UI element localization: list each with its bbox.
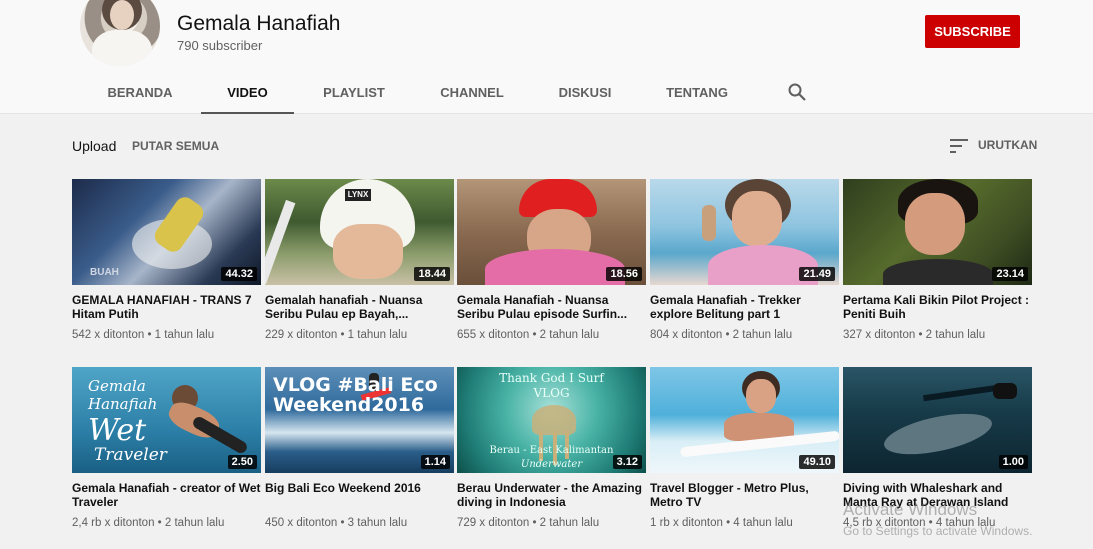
video-thumbnail[interactable]: LYNX 18.44 — [265, 179, 454, 285]
video-thumbnail[interactable]: Thank God I Surf VLOG Berau - East Kalim… — [457, 367, 646, 473]
video-card[interactable]: 23.14 Pertama Kali Bikin Pilot Project :… — [843, 179, 1032, 341]
video-meta: 542 x ditonton • 1 tahun lalu — [72, 329, 215, 341]
video-duration: 44.32 — [221, 267, 257, 281]
tab-beranda[interactable]: BERANDA — [100, 74, 180, 114]
video-meta: 229 x ditonton • 1 tahun lalu — [265, 329, 408, 341]
video-meta: 655 x ditonton • 2 tahun lalu — [457, 329, 600, 341]
video-duration: 2.50 — [227, 455, 257, 469]
video-title[interactable]: Gemalah hanafiah - Nuansa Seribu Pulau e… — [265, 293, 454, 321]
video-card[interactable]: Gemala Hanafiah Wet Traveler 2.50 Gemala… — [72, 367, 261, 529]
video-duration: 18.44 — [414, 267, 450, 281]
video-duration: 49.10 — [799, 455, 835, 469]
activate-windows-hint: Go to Settings to activate Windows. — [843, 524, 1033, 538]
video-title[interactable]: Gemala Hanafiah - Trekker explore Belitu… — [650, 293, 839, 321]
play-all-button[interactable]: PUTAR SEMUA — [132, 139, 219, 153]
video-card[interactable]: BUAH 44.32 GEMALA HANAFIAH - TRANS 7 Hit… — [72, 179, 261, 341]
helmet-label: LYNX — [345, 189, 371, 201]
video-thumbnail[interactable]: 21.49 — [650, 179, 839, 285]
subscribe-button[interactable]: SUBSCRIBE — [925, 15, 1020, 48]
video-card[interactable]: LYNX 18.44 Gemalah hanafiah - Nuansa Ser… — [265, 179, 454, 341]
sort-label: URUTKAN — [978, 138, 1038, 152]
video-title[interactable]: Gemala Hanafiah - Nuansa Seribu Pulau ep… — [457, 293, 646, 321]
search-icon[interactable] — [787, 82, 807, 102]
video-card[interactable]: Thank God I Surf VLOG Berau - East Kalim… — [457, 367, 646, 529]
thumb-text: Gemala — [88, 377, 146, 395]
video-meta: 450 x ditonton • 3 tahun lalu — [265, 517, 408, 529]
activate-windows-watermark: Activate Windows — [843, 500, 978, 519]
upload-label: Upload — [72, 138, 117, 154]
video-thumbnail[interactable]: Gemala Hanafiah Wet Traveler 2.50 — [72, 367, 261, 473]
video-meta: 804 x ditonton • 2 tahun lalu — [650, 329, 793, 341]
video-title[interactable]: GEMALA HANAFIAH - TRANS 7 Hitam Putih — [72, 293, 261, 321]
video-title[interactable]: Big Bali Eco Weekend 2016 — [265, 481, 454, 509]
channel-header: Gemala Hanafiah 790 subscriber SUBSCRIBE… — [0, 0, 1093, 114]
thumb-text: Wet — [88, 413, 147, 448]
thumb-text: Thank God I Surf — [499, 371, 604, 385]
video-meta: 729 x ditonton • 2 tahun lalu — [457, 517, 600, 529]
video-duration: 18.56 — [606, 267, 642, 281]
video-card[interactable]: 21.49 Gemala Hanafiah - Trekker explore … — [650, 179, 839, 341]
video-meta: 2,4 rb x ditonton • 2 tahun lalu — [72, 517, 225, 529]
video-thumbnail[interactable]: 23.14 — [843, 179, 1032, 285]
thumb-text: VLOG #Bali Eco Weekend2016 — [273, 374, 438, 416]
video-card[interactable]: 18.56 Gemala Hanafiah - Nuansa Seribu Pu… — [457, 179, 646, 341]
channel-name: Gemala Hanafiah — [177, 12, 341, 35]
tab-channel[interactable]: CHANNEL — [432, 74, 512, 114]
channel-tabs: BERANDA VIDEO PLAYLIST CHANNEL DISKUSI T… — [0, 74, 1093, 114]
tab-diskusi[interactable]: DISKUSI — [545, 74, 625, 114]
thumb-text: Traveler — [94, 445, 167, 465]
tab-video[interactable]: VIDEO — [201, 74, 294, 114]
video-thumbnail[interactable]: 18.56 — [457, 179, 646, 285]
video-title[interactable]: Travel Blogger - Metro Plus, Metro TV — [650, 481, 839, 509]
video-card[interactable]: 49.10 Travel Blogger - Metro Plus, Metro… — [650, 367, 839, 529]
video-title[interactable]: Gemala Hanafiah - creator of Wet Travele… — [72, 481, 261, 509]
tab-tentang[interactable]: TENTANG — [657, 74, 737, 114]
video-thumbnail[interactable]: BUAH 44.32 — [72, 179, 261, 285]
video-thumbnail[interactable]: 49.10 — [650, 367, 839, 473]
video-duration: 1.14 — [420, 455, 450, 469]
video-thumbnail[interactable]: 1.00 — [843, 367, 1032, 473]
video-duration: 1.00 — [998, 455, 1028, 469]
thumb-text: Hanafiah — [88, 395, 158, 413]
video-meta: 1 rb x ditonton • 4 tahun lalu — [650, 517, 793, 529]
video-duration: 3.12 — [612, 455, 642, 469]
video-title[interactable]: Berau Underwater - the Amazing diving in… — [457, 481, 646, 509]
video-card[interactable]: VLOG #Bali Eco Weekend2016 1.14 Big Bali… — [265, 367, 454, 529]
video-duration: 23.14 — [992, 267, 1028, 281]
channel-avatar[interactable] — [80, 0, 160, 66]
sort-icon — [950, 139, 968, 153]
video-thumbnail[interactable]: VLOG #Bali Eco Weekend2016 1.14 — [265, 367, 454, 473]
tab-playlist[interactable]: PLAYLIST — [314, 74, 394, 114]
subscriber-count: 790 subscriber — [177, 38, 263, 53]
video-duration: 21.49 — [799, 267, 835, 281]
video-title[interactable]: Pertama Kali Bikin Pilot Project : Penit… — [843, 293, 1032, 321]
video-meta: 327 x ditonton • 2 tahun lalu — [843, 329, 986, 341]
thumb-text: VLOG — [533, 386, 570, 400]
